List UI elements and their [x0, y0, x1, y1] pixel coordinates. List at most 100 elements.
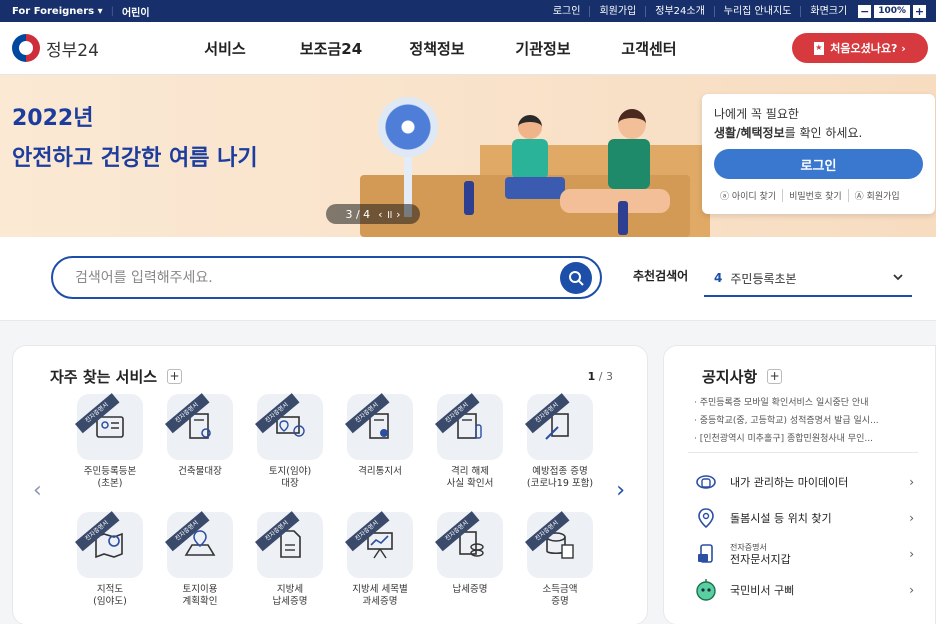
- chevron-right-icon: ›: [909, 475, 914, 489]
- find-password-link[interactable]: 비밀번호 찾기: [783, 189, 849, 202]
- document-wallet-icon: [694, 542, 718, 566]
- logo-text: 정부24: [46, 40, 99, 61]
- recommend-rank: 4: [714, 271, 723, 285]
- service-tile: 전자증명서: [165, 393, 233, 460]
- service-item[interactable]: 전자증명서지방세 납세증명: [245, 511, 335, 622]
- for-foreigners-dropdown[interactable]: For Foreigners ▾: [12, 6, 103, 17]
- service-item[interactable]: 전자증명서 지방세 세목별 과세증명: [335, 511, 425, 622]
- service-tile: 전자증명서: [165, 511, 233, 578]
- login-button[interactable]: 로그인: [714, 149, 923, 179]
- chevron-left-icon[interactable]: ‹: [33, 478, 42, 503]
- chevron-right-icon[interactable]: ›: [616, 478, 625, 503]
- notice-item[interactable]: · 주민등록증 모바일 확인서비스 일시중단 안내: [694, 394, 930, 412]
- login-message-line2: 생활/혜택정보를 확인 하세요.: [714, 123, 923, 143]
- zoom-in-button[interactable]: +: [913, 4, 926, 18]
- site-logo[interactable]: 정부24: [0, 34, 160, 62]
- service-tile: 전자증명서: [345, 511, 413, 578]
- screen-size-label: 화면크기: [810, 5, 848, 17]
- first-visit-label: 처음오셨나요? ›: [830, 42, 906, 55]
- search-input[interactable]: [75, 269, 545, 286]
- service-item[interactable]: 전자증명서예방접종 증명 (코로나19 포함): [515, 393, 605, 504]
- nav-policy[interactable]: 정책정보: [384, 38, 490, 59]
- quick-link-assistant[interactable]: 국민비서 구삐 ›: [694, 572, 914, 608]
- service-label-line1: 건축물대장: [178, 466, 222, 477]
- recommend-label: 추천검색어: [633, 269, 689, 283]
- service-item[interactable]: 전자증명서 토지(임야) 대장: [245, 393, 335, 504]
- service-label-line2: 대장: [281, 478, 299, 489]
- service-label: 토지(임야) 대장: [245, 466, 335, 490]
- quick-link-care-facility[interactable]: 돌봄시설 등 위치 찾기 ›: [694, 500, 914, 536]
- first-visit-button[interactable]: 처음오셨나요? ›: [792, 33, 928, 63]
- services-pagination: 1 / 3: [588, 370, 613, 383]
- service-label-line2: (코로나19 포함): [526, 478, 594, 489]
- service-label: 지적도 (임야도): [65, 584, 155, 608]
- login-link[interactable]: 로그인: [544, 5, 591, 17]
- about-link[interactable]: 정부24소개: [646, 5, 715, 17]
- banner-page-indicator: 3 / 4: [345, 207, 371, 221]
- service-label-line1: 지방세 세목별: [352, 584, 408, 595]
- kids-link[interactable]: 어린이: [122, 4, 150, 19]
- search-section: 추천검색어 4 주민등록초본: [0, 237, 936, 321]
- location-pin-icon: [694, 506, 718, 530]
- service-item[interactable]: 전자증명서건축물대장: [155, 393, 245, 504]
- nav-customer-center[interactable]: 고객센터: [596, 38, 702, 59]
- nav-services[interactable]: 서비스: [172, 38, 278, 59]
- quick-link-label: 전자문서지갑: [730, 553, 791, 566]
- notice-item[interactable]: · [인천광역시 미추홀구] 종합민원청사내 무인...: [694, 430, 930, 448]
- service-item[interactable]: 전자증명서 납세증명: [425, 511, 515, 622]
- notice-title: 공지사항 +: [702, 366, 783, 387]
- service-tile: 전자증명서: [75, 393, 143, 460]
- service-item[interactable]: 전자증명서 격리 해제 사실 확인서: [425, 393, 515, 504]
- quick-link-label: 내가 관리하는 마이데이터: [730, 476, 849, 489]
- zoom-out-button[interactable]: −: [858, 4, 872, 18]
- chevron-right-icon: ›: [909, 547, 914, 561]
- chevron-right-icon: ›: [909, 583, 914, 597]
- notice-heading: 공지사항: [702, 368, 758, 386]
- signup-link[interactable]: Ⓐ 회원가입: [849, 189, 906, 202]
- service-label: 건축물대장: [155, 466, 245, 478]
- frequent-services-heading: 자주 찾는 서비스: [50, 368, 158, 386]
- service-label-line1: 지방세: [276, 584, 304, 595]
- service-label-line2: 납세증명: [272, 596, 308, 607]
- quick-link-mydata[interactable]: 내가 관리하는 마이데이터 ›: [694, 464, 914, 500]
- service-item[interactable]: 전자증명서토지이용 계획확인: [155, 511, 245, 622]
- service-tile: 전자증명서: [525, 393, 593, 460]
- utility-bar: For Foreigners ▾ | 어린이 로그인 회원가입 정부24소개 누…: [0, 0, 936, 22]
- more-services-button[interactable]: +: [167, 369, 183, 384]
- service-tile: 전자증명서: [255, 511, 323, 578]
- nav-subsidy[interactable]: 보조금24: [278, 38, 384, 59]
- bottle-illustration: [618, 201, 628, 235]
- service-item[interactable]: 전자증명서 지적도 (임야도): [65, 511, 155, 622]
- login-message-bold: 생활/혜택정보: [714, 126, 785, 140]
- service-label-line2: (임야도): [93, 596, 127, 607]
- quick-links: 내가 관리하는 마이데이터 › 돌봄시설 등 위치 찾기 › 전자증명서 전자문서…: [694, 464, 914, 608]
- service-label-line2: 계획확인: [182, 596, 218, 607]
- recommend-select[interactable]: 4 주민등록초본: [704, 261, 912, 297]
- notice-list: · 주민등록증 모바일 확인서비스 일시중단 안내 · 중등학교(중, 고등학교…: [694, 394, 930, 448]
- sitemap-link[interactable]: 누리집 안내지도: [715, 5, 802, 17]
- mydata-icon: [694, 470, 718, 494]
- service-label-line1: 예방접종 증명: [532, 466, 588, 477]
- service-label-line1: 지적도: [96, 584, 124, 595]
- electric-fan-illustration: [378, 97, 438, 157]
- find-id-link[interactable]: ⓐ 아이디 찾기: [714, 189, 784, 202]
- quick-link-document-wallet[interactable]: 전자증명서 전자문서지갑 ›: [694, 536, 914, 572]
- signup-link[interactable]: 회원가입: [590, 5, 647, 17]
- more-notices-button[interactable]: +: [767, 369, 783, 384]
- banner-controls[interactable]: ‹ ॥ ›: [378, 207, 400, 222]
- service-item[interactable]: 전자증명서 소득금액 증명: [515, 511, 605, 622]
- service-item[interactable]: 전자증명서 격리통지서: [335, 393, 425, 504]
- search-button[interactable]: [560, 262, 592, 294]
- service-label-line2: 사실 확인서: [446, 478, 494, 489]
- service-label: 토지이용 계획확인: [155, 584, 245, 608]
- quick-link-label-group: 전자증명서 전자문서지갑: [730, 542, 791, 566]
- nav-agencies[interactable]: 기관정보: [490, 38, 596, 59]
- services-grid: 전자증명서 주민등록등본 (초본) 전자증명서 건축물대장 전자증명서 토지(임야) 대장 전자…: [65, 393, 605, 622]
- zoom-value: 100%: [874, 4, 910, 18]
- notice-item[interactable]: · 중등학교(중, 고등학교) 성적증명서 발급 일시...: [694, 412, 930, 430]
- main-header: 정부24 서비스 보조금24 정책정보 기관정보 고객센터 처음오셨나요? ›: [0, 22, 936, 75]
- service-item[interactable]: 전자증명서 주민등록등본 (초본): [65, 393, 155, 504]
- service-tile: 전자증명서: [525, 511, 593, 578]
- search-icon: [569, 271, 584, 286]
- man-illustration: [500, 115, 565, 225]
